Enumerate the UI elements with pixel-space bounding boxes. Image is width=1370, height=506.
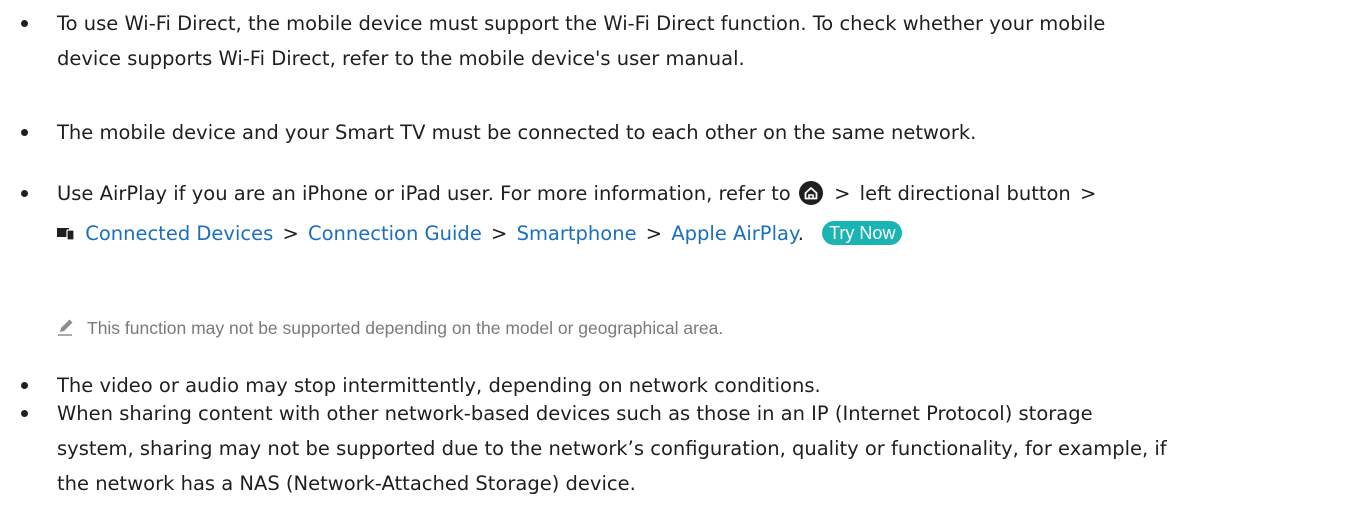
bullet-dot — [21, 190, 28, 197]
path-separator: > — [834, 182, 851, 205]
link-connection-guide[interactable]: Connection Guide — [308, 222, 482, 245]
bullet-line: Connected Devices > Connection Guide > S… — [57, 216, 1342, 252]
pencil-note-icon — [56, 317, 76, 343]
path-separator: > — [645, 222, 663, 245]
bullet-dot — [21, 382, 28, 389]
bullet-text: When sharing content with other network-… — [57, 396, 1342, 501]
path-period: . — [797, 222, 804, 245]
bullet-line: The mobile device and your Smart TV must… — [57, 121, 977, 144]
path-separator: > — [1080, 182, 1097, 205]
link-smartphone[interactable]: Smartphone — [517, 222, 637, 245]
bullet-text: To use Wi-Fi Direct, the mobile device m… — [57, 6, 1342, 76]
bullet-line: the network has a NAS (Network-Attached … — [57, 472, 636, 495]
left-directional-button-text: left directional button — [859, 182, 1071, 205]
bullet-line: system, sharing may not be supported due… — [57, 437, 1167, 460]
bullet-dot — [21, 410, 28, 417]
try-now-button[interactable]: Try Now — [822, 221, 903, 245]
home-icon — [798, 181, 823, 216]
path-separator: > — [282, 222, 299, 245]
path-separator: > — [491, 222, 508, 245]
bullet-line: When sharing content with other network-… — [57, 402, 1093, 425]
link-connected-devices[interactable]: Connected Devices — [85, 222, 273, 245]
bullet-line: To use Wi-Fi Direct, the mobile device m… — [57, 12, 1106, 35]
bullet-text: The mobile device and your Smart TV must… — [57, 115, 1342, 150]
connected-devices-icon — [57, 217, 75, 252]
bullet-dot — [21, 20, 28, 27]
manual-page: To use Wi-Fi Direct, the mobile device m… — [0, 0, 1370, 506]
bullet-line: Use AirPlay if you are an iPhone or iPad… — [57, 176, 1342, 216]
bullet-dot — [21, 129, 28, 136]
bullet-text: Use AirPlay if you are an iPhone or iPad… — [57, 176, 1342, 252]
bullet-line: device supports Wi-Fi Direct, refer to t… — [57, 47, 745, 70]
airplay-intro-text: Use AirPlay if you are an iPhone or iPad… — [57, 182, 791, 205]
link-apple-airplay[interactable]: Apple AirPlay — [671, 222, 797, 245]
note-text: This function may not be supported depen… — [87, 318, 724, 338]
